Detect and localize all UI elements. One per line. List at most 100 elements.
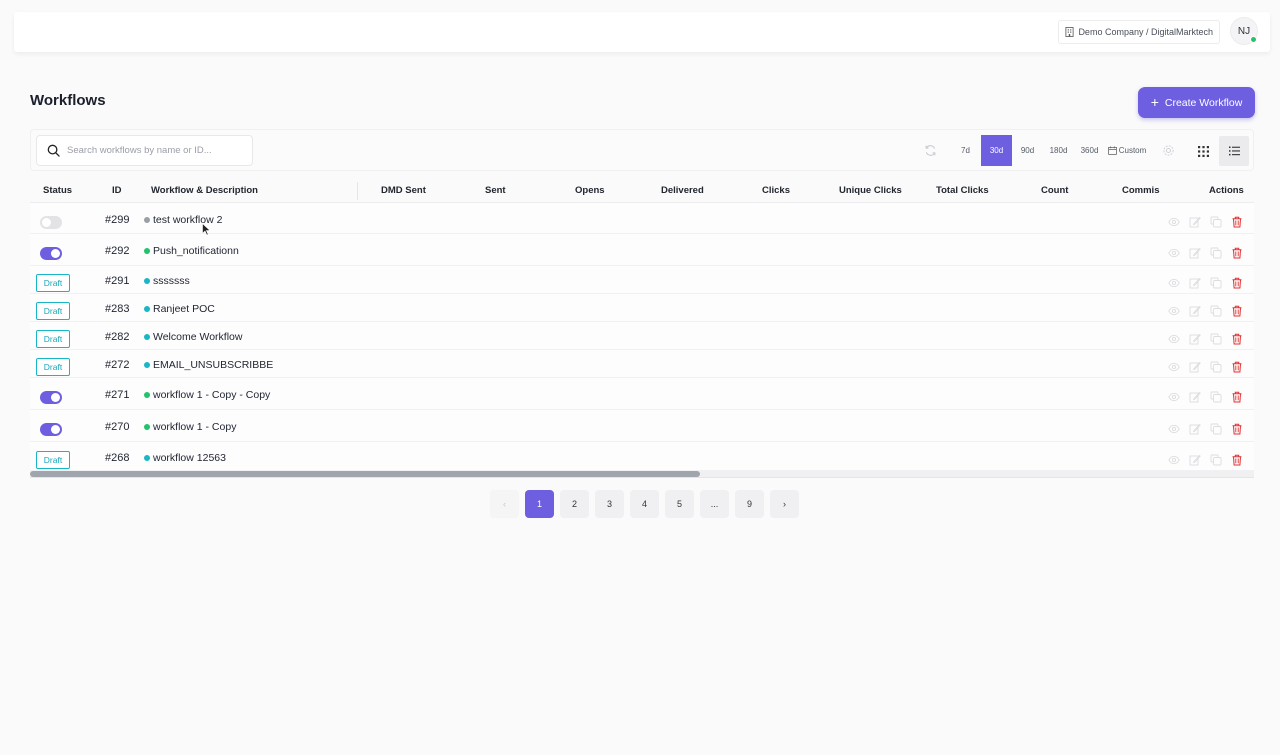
edit-icon[interactable] [1189, 276, 1201, 294]
col-sent[interactable]: Sent [485, 179, 506, 203]
workflow-name[interactable]: sssssss [144, 275, 190, 287]
eye-icon[interactable] [1168, 422, 1180, 440]
edit-icon[interactable] [1189, 332, 1201, 350]
trash-icon[interactable] [1231, 453, 1243, 471]
col-opens[interactable]: Opens [575, 179, 605, 203]
workflow-name[interactable]: Ranjeet POC [144, 303, 215, 315]
refresh-icon[interactable] [924, 144, 937, 157]
table-row[interactable]: Draft #282 Welcome Workflow [30, 322, 1254, 350]
table-row[interactable]: Draft #283 Ranjeet POC [30, 294, 1254, 322]
page-button-5[interactable]: 5 [665, 490, 694, 518]
col-unique-clicks[interactable]: Unique Clicks [839, 179, 902, 203]
search-input[interactable] [67, 145, 247, 156]
workflow-name[interactable]: Welcome Workflow [144, 331, 242, 343]
col-delivered[interactable]: Delivered [661, 179, 704, 203]
status-toggle[interactable] [40, 423, 62, 436]
workflow-name-text: EMAIL_UNSUBSCRIBBE [153, 359, 274, 371]
search-box[interactable] [36, 135, 253, 166]
trash-icon[interactable] [1231, 304, 1243, 322]
trash-icon[interactable] [1231, 215, 1243, 233]
col-dmd-sent[interactable]: DMD Sent [381, 179, 426, 203]
edit-icon[interactable] [1189, 453, 1201, 471]
workflow-name[interactable]: Push_notificationn [144, 245, 239, 257]
range-30d[interactable]: 30d [981, 135, 1012, 166]
table-row[interactable]: #270 workflow 1 - Copy [30, 410, 1254, 442]
trash-icon[interactable] [1231, 332, 1243, 350]
copy-icon[interactable] [1210, 390, 1222, 408]
page-button-2[interactable]: 2 [560, 490, 589, 518]
grid-view-button[interactable] [1188, 136, 1218, 166]
list-view-button[interactable] [1219, 136, 1249, 166]
eye-icon[interactable] [1168, 215, 1180, 233]
edit-icon[interactable] [1189, 215, 1201, 233]
copy-icon[interactable] [1210, 422, 1222, 440]
draft-badge[interactable]: Draft [36, 451, 70, 469]
eye-icon[interactable] [1168, 276, 1180, 294]
prev-page-button[interactable]: ‹ [490, 490, 519, 518]
table-row[interactable]: #271 workflow 1 - Copy - Copy [30, 378, 1254, 410]
col-total-clicks[interactable]: Total Clicks [936, 179, 989, 203]
eye-icon[interactable] [1168, 246, 1180, 264]
draft-badge[interactable]: Draft [36, 330, 70, 348]
copy-icon[interactable] [1210, 332, 1222, 350]
range-180d[interactable]: 180d [1043, 135, 1074, 166]
eye-icon[interactable] [1168, 390, 1180, 408]
col-id[interactable]: ID [112, 179, 122, 203]
col-workflow[interactable]: Workflow & Description [151, 179, 258, 203]
next-page-button[interactable]: › [770, 490, 799, 518]
horizontal-scrollbar-thumb[interactable] [30, 471, 700, 477]
copy-icon[interactable] [1210, 246, 1222, 264]
page-button-9[interactable]: 9 [735, 490, 764, 518]
edit-icon[interactable] [1189, 360, 1201, 378]
copy-icon[interactable] [1210, 276, 1222, 294]
trash-icon[interactable] [1231, 390, 1243, 408]
status-toggle[interactable] [40, 391, 62, 404]
col-count[interactable]: Count [1041, 179, 1068, 203]
status-toggle[interactable] [40, 216, 62, 229]
table-row[interactable]: Draft #268 workflow 12563 [30, 442, 1254, 471]
col-status[interactable]: Status [43, 179, 72, 203]
edit-icon[interactable] [1189, 390, 1201, 408]
create-workflow-button[interactable]: + Create Workflow [1138, 87, 1255, 118]
range-7d[interactable]: 7d [950, 135, 981, 166]
trash-icon[interactable] [1231, 360, 1243, 378]
workflow-name[interactable]: workflow 1 - Copy - Copy [144, 389, 270, 401]
copy-icon[interactable] [1210, 304, 1222, 322]
range-90d[interactable]: 90d [1012, 135, 1043, 166]
company-selector[interactable]: Demo Company / DigitalMarktech [1058, 20, 1220, 44]
edit-icon[interactable] [1189, 246, 1201, 264]
draft-badge[interactable]: Draft [36, 358, 70, 376]
copy-icon[interactable] [1210, 360, 1222, 378]
table-row[interactable]: Draft #272 EMAIL_UNSUBSCRIBBE [30, 350, 1254, 378]
trash-icon[interactable] [1231, 276, 1243, 294]
draft-badge[interactable]: Draft [36, 302, 70, 320]
page-button-3[interactable]: 3 [595, 490, 624, 518]
eye-icon[interactable] [1168, 332, 1180, 350]
col-clicks[interactable]: Clicks [762, 179, 790, 203]
edit-icon[interactable] [1189, 422, 1201, 440]
status-toggle[interactable] [40, 247, 62, 260]
workflow-name[interactable]: EMAIL_UNSUBSCRIBBE [144, 359, 273, 371]
workflow-name[interactable]: workflow 1 - Copy [144, 421, 236, 433]
trash-icon[interactable] [1231, 246, 1243, 264]
table-row[interactable]: #292 Push_notificationn [30, 234, 1254, 266]
table-row[interactable]: Draft #291 sssssss [30, 266, 1254, 294]
copy-icon[interactable] [1210, 453, 1222, 471]
eye-icon[interactable] [1168, 304, 1180, 322]
page-button-1[interactable]: 1 [525, 490, 554, 518]
table-row[interactable]: #299 test workflow 2 [30, 203, 1254, 234]
range-custom[interactable]: Custom [1105, 135, 1149, 166]
trash-icon[interactable] [1231, 422, 1243, 440]
eye-icon[interactable] [1168, 453, 1180, 471]
col-commission[interactable]: Commiss [1122, 179, 1160, 203]
workflow-name[interactable]: workflow 12563 [144, 452, 226, 464]
create-workflow-label: Create Workflow [1164, 96, 1243, 109]
draft-badge[interactable]: Draft [36, 274, 70, 292]
copy-icon[interactable] [1210, 215, 1222, 233]
page-button-4[interactable]: 4 [630, 490, 659, 518]
range-360d[interactable]: 360d [1074, 135, 1105, 166]
edit-icon[interactable] [1189, 304, 1201, 322]
gear-icon[interactable] [1162, 144, 1175, 157]
eye-icon[interactable] [1168, 360, 1180, 378]
avatar[interactable]: NJ [1230, 17, 1258, 45]
